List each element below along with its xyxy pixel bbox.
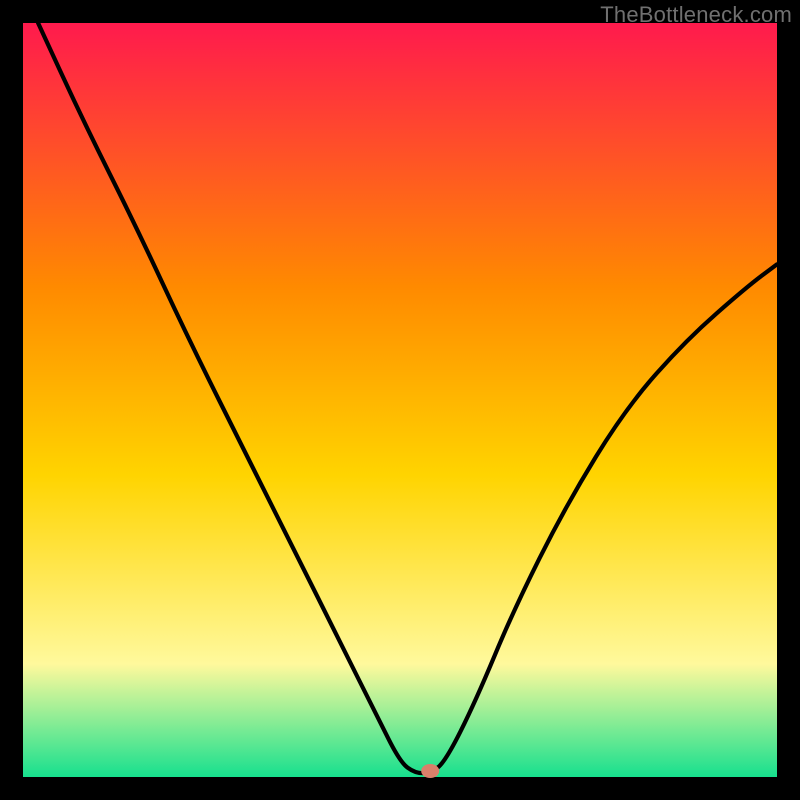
optimal-point-marker [421,764,439,778]
watermark-text: TheBottleneck.com [600,2,792,28]
bottleneck-chart [0,0,800,800]
gradient-plot-area [23,23,777,777]
chart-frame: TheBottleneck.com [0,0,800,800]
